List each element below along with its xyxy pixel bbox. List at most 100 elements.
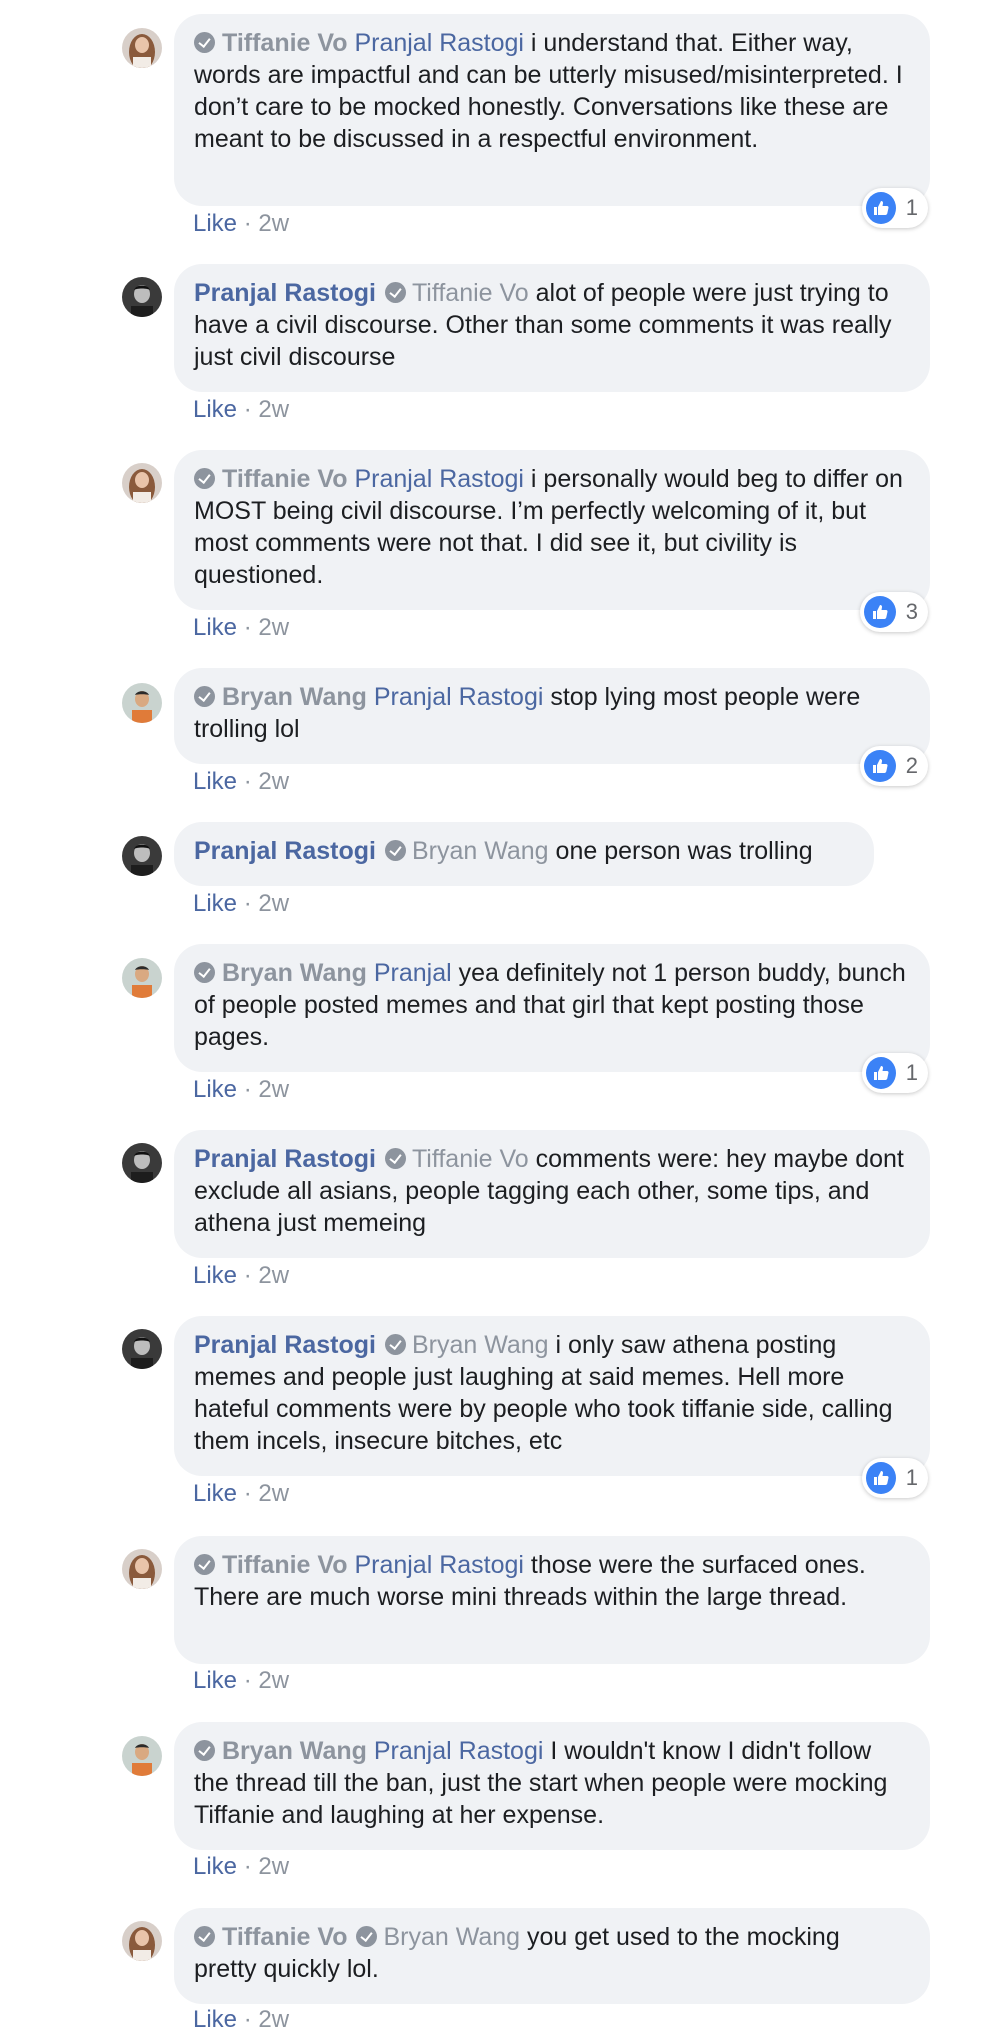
like-link[interactable]: Like bbox=[193, 396, 237, 423]
meta-separator: · bbox=[237, 614, 259, 641]
thumbs-up-icon bbox=[866, 1057, 896, 1089]
comment-meta: Like · 2w bbox=[193, 1076, 289, 1104]
comment-author[interactable]: Bryan Wang bbox=[222, 1737, 367, 1765]
avatar-bryan[interactable] bbox=[122, 1736, 162, 1776]
meta-separator: · bbox=[237, 2006, 259, 2033]
like-link[interactable]: Like bbox=[193, 614, 237, 641]
comment-mention[interactable]: Pranjal bbox=[374, 959, 452, 987]
comment-mention[interactable]: Pranjal Rastogi bbox=[354, 29, 524, 57]
comment-author[interactable]: Bryan Wang bbox=[222, 959, 367, 987]
comment-time[interactable]: 2w bbox=[258, 210, 289, 237]
verified-badge-icon bbox=[356, 1926, 378, 1947]
verified-badge-icon bbox=[194, 686, 215, 707]
meta-separator: · bbox=[237, 890, 259, 917]
comment-time[interactable]: 2w bbox=[258, 396, 289, 423]
comment-meta: Like · 2w bbox=[193, 1667, 289, 1695]
comment-bubble: Bryan Wang Pranjal Rastogi I wouldn't kn… bbox=[174, 1722, 930, 1850]
meta-separator: · bbox=[237, 1853, 259, 1880]
comment-text: one person was trolling bbox=[555, 837, 813, 865]
comment-author[interactable]: Bryan Wang bbox=[222, 683, 367, 711]
comment-meta: Like · 2w bbox=[193, 1262, 289, 1290]
comment-meta: Like · 2w bbox=[193, 1480, 289, 1508]
comment-bubble: Pranjal Rastogi Tiffanie Vo alot of peop… bbox=[174, 264, 930, 392]
avatar-pranjal[interactable] bbox=[122, 1143, 162, 1183]
comment-time[interactable]: 2w bbox=[258, 614, 289, 641]
like-link[interactable]: Like bbox=[193, 2006, 237, 2033]
comment-bubble: Tiffanie Vo Pranjal Rastogi i understand… bbox=[174, 14, 930, 206]
thumbs-up-icon bbox=[866, 1462, 896, 1494]
comment-time[interactable]: 2w bbox=[258, 1480, 289, 1507]
comment-mention[interactable]: Pranjal Rastogi bbox=[374, 683, 544, 711]
avatar-bryan[interactable] bbox=[122, 683, 162, 723]
avatar-tiffanie[interactable] bbox=[122, 28, 162, 68]
reaction-number: 1 bbox=[905, 1465, 918, 1490]
thumbs-up-icon bbox=[866, 192, 896, 224]
comment-mention[interactable]: Pranjal Rastogi bbox=[354, 465, 524, 493]
like-link[interactable]: Like bbox=[193, 890, 237, 917]
reaction-count[interactable]: 1 bbox=[862, 188, 928, 228]
reaction-number: 2 bbox=[905, 753, 918, 778]
avatar-bryan[interactable] bbox=[122, 958, 162, 998]
like-link[interactable]: Like bbox=[193, 1262, 237, 1289]
like-link[interactable]: Like bbox=[193, 1480, 237, 1507]
comment-time[interactable]: 2w bbox=[258, 1262, 289, 1289]
reaction-count[interactable]: 3 bbox=[860, 592, 928, 632]
avatar-tiffanie[interactable] bbox=[122, 1549, 162, 1589]
comment-bubble: Pranjal Rastogi Bryan Wang i only saw at… bbox=[174, 1316, 930, 1476]
verified-badge-icon bbox=[194, 1926, 215, 1947]
comment-mention[interactable]: Pranjal Rastogi bbox=[374, 1737, 544, 1765]
comment-time[interactable]: 2w bbox=[258, 2006, 289, 2033]
comment-bubble: Tiffanie Vo Pranjal Rastogi those were t… bbox=[174, 1536, 930, 1664]
comment-author[interactable]: Tiffanie Vo bbox=[222, 1551, 347, 1579]
comment-mention[interactable]: Bryan Wang bbox=[412, 1331, 549, 1359]
like-link[interactable]: Like bbox=[193, 1853, 237, 1880]
avatar-pranjal[interactable] bbox=[122, 1329, 162, 1369]
reaction-number: 3 bbox=[905, 599, 918, 624]
comment-meta: Like · 2w bbox=[193, 2006, 289, 2034]
comment-author[interactable]: Tiffanie Vo bbox=[222, 465, 347, 493]
comment-mention[interactable]: Pranjal Rastogi bbox=[354, 1551, 524, 1579]
comment-author[interactable]: Tiffanie Vo bbox=[222, 29, 347, 57]
verified-badge-icon bbox=[384, 282, 406, 303]
comment-author[interactable]: Tiffanie Vo bbox=[222, 1923, 347, 1951]
comment-time[interactable]: 2w bbox=[258, 1667, 289, 1694]
reaction-count[interactable]: 1 bbox=[862, 1053, 928, 1093]
comment-author[interactable]: Pranjal Rastogi bbox=[194, 837, 376, 865]
meta-separator: · bbox=[237, 1076, 259, 1103]
verified-badge-icon bbox=[194, 468, 215, 489]
verified-badge-icon bbox=[194, 32, 215, 53]
like-link[interactable]: Like bbox=[193, 210, 237, 237]
reaction-count[interactable]: 1 bbox=[862, 1458, 928, 1498]
comment-thread: Tiffanie Vo Pranjal Rastogi i understand… bbox=[0, 0, 996, 2038]
comment-time[interactable]: 2w bbox=[258, 890, 289, 917]
comment-author[interactable]: Pranjal Rastogi bbox=[194, 1331, 376, 1359]
comment-time[interactable]: 2w bbox=[258, 1076, 289, 1103]
avatar-pranjal[interactable] bbox=[122, 277, 162, 317]
like-link[interactable]: Like bbox=[193, 768, 237, 795]
reaction-count[interactable]: 2 bbox=[860, 746, 928, 786]
avatar-tiffanie[interactable] bbox=[122, 463, 162, 503]
comment-author[interactable]: Pranjal Rastogi bbox=[194, 1145, 376, 1173]
avatar-pranjal[interactable] bbox=[122, 836, 162, 876]
comment-mention[interactable]: Tiffanie Vo bbox=[412, 1145, 529, 1173]
comment-meta: Like · 2w bbox=[193, 210, 289, 238]
comment-mention[interactable]: Bryan Wang bbox=[412, 837, 549, 865]
verified-badge-icon bbox=[384, 840, 406, 861]
comment-mention[interactable]: Bryan Wang bbox=[383, 1923, 520, 1951]
comment-author[interactable]: Pranjal Rastogi bbox=[194, 279, 376, 307]
verified-badge-icon bbox=[384, 1148, 406, 1169]
comment-bubble: Tiffanie Vo Pranjal Rastogi i personally… bbox=[174, 450, 930, 610]
comment-meta: Like · 2w bbox=[193, 614, 289, 642]
thumbs-up-icon bbox=[864, 750, 896, 782]
reaction-number: 1 bbox=[905, 195, 918, 220]
comment-mention[interactable]: Tiffanie Vo bbox=[412, 279, 529, 307]
verified-badge-icon bbox=[194, 962, 215, 983]
meta-separator: · bbox=[237, 1262, 259, 1289]
verified-badge-icon bbox=[384, 1334, 406, 1355]
like-link[interactable]: Like bbox=[193, 1667, 237, 1694]
comment-time[interactable]: 2w bbox=[258, 1853, 289, 1880]
comment-time[interactable]: 2w bbox=[258, 768, 289, 795]
like-link[interactable]: Like bbox=[193, 1076, 237, 1103]
avatar-tiffanie[interactable] bbox=[122, 1921, 162, 1961]
comment-bubble: Bryan Wang Pranjal yea definitely not 1 … bbox=[174, 944, 930, 1072]
